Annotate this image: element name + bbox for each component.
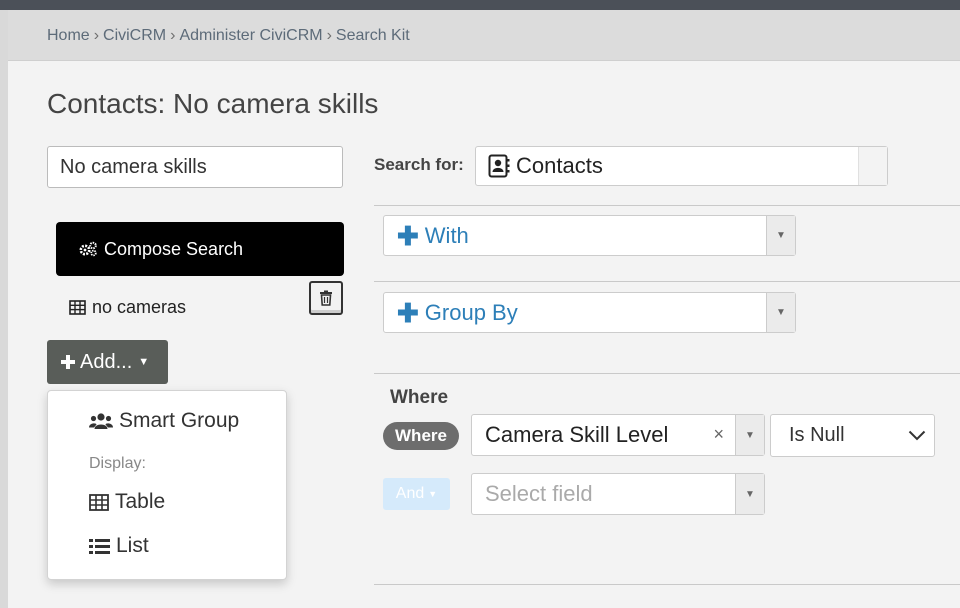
compose-search-label: Compose Search [104, 238, 244, 259]
caret-down-icon: ▼ [766, 293, 795, 332]
plus-icon: ✚ [397, 297, 419, 328]
plus-icon [61, 355, 75, 369]
breadcrumb-civicrm[interactable]: CiviCRM [103, 27, 166, 44]
menu-display-header: Display: [89, 455, 146, 472]
add-dropdown-menu: Smart Group Display: Table List [47, 390, 287, 580]
delete-display-button[interactable] [309, 281, 343, 315]
gears-icon [79, 241, 97, 257]
table-icon [69, 300, 86, 315]
caret-down-icon: ▼ [735, 474, 764, 514]
add-button[interactable]: Add... ▼ [47, 340, 168, 384]
entity-select[interactable]: Contacts [475, 146, 888, 186]
breadcrumb: Home › CiviCRM › Administer CiviCRM › Search K… [8, 10, 960, 61]
select-field-placeholder: Select field [485, 481, 593, 506]
divider [374, 584, 960, 585]
left-edge [0, 10, 8, 608]
table-icon [89, 493, 109, 511]
with-label: With [424, 222, 469, 248]
menu-item-table-label: Table [115, 490, 166, 513]
menu-item-smart-group[interactable]: Smart Group [89, 409, 239, 433]
clear-icon[interactable]: × [713, 424, 724, 445]
condition-operator-value: Is Null [789, 424, 845, 446]
select-field-select[interactable]: Select field ▼ [471, 473, 765, 515]
menu-item-list[interactable]: List [89, 534, 149, 558]
divider [374, 373, 960, 374]
caret-down-icon: ▼ [766, 216, 795, 255]
condition-operator-select[interactable]: Is Null [770, 414, 935, 457]
contact-card-icon [488, 154, 510, 178]
entity-select-value: Contacts [516, 153, 603, 178]
condition-field-value: Camera Skill Level [485, 422, 669, 447]
breadcrumb-search-kit[interactable]: Search Kit [336, 27, 410, 44]
page-title: Contacts: No camera skills [47, 88, 379, 119]
display-item-label: no cameras [92, 297, 187, 317]
group-by-label: Group By [424, 299, 518, 325]
breadcrumb-administer[interactable]: Administer CiviCRM [179, 27, 322, 44]
condition-field-select[interactable]: Camera Skill Level × ▼ [471, 414, 765, 456]
plus-icon: ✚ [397, 220, 419, 251]
compose-search-tab[interactable]: Compose Search [56, 222, 344, 276]
page: Home › CiviCRM › Administer CiviCRM › Search K… [8, 10, 960, 608]
chevron-down-icon [908, 430, 926, 441]
breadcrumb-separator: › [326, 27, 332, 44]
users-icon [89, 413, 113, 429]
add-button-label: Add... [80, 350, 133, 373]
search-name-input[interactable] [47, 146, 343, 188]
caret-down-icon: ▼ [428, 489, 438, 499]
entity-select-arrow [858, 147, 887, 185]
window-top-bar [0, 0, 960, 10]
menu-item-table[interactable]: Table [89, 490, 165, 514]
caret-down-icon: ▼ [138, 356, 150, 368]
menu-item-list-label: List [116, 534, 149, 557]
caret-down-icon: ▼ [735, 415, 764, 455]
and-label: And [395, 485, 425, 502]
search-for-label: Search for: [374, 155, 464, 174]
with-join-select[interactable]: ✚ With ▼ [383, 215, 796, 256]
list-icon [89, 538, 110, 554]
divider [374, 281, 960, 282]
group-by-select[interactable]: ✚ Group By ▼ [383, 292, 796, 333]
where-badge: Where [383, 422, 459, 450]
trash-icon [320, 290, 332, 306]
and-button[interactable]: And ▼ [383, 478, 450, 510]
menu-item-smart-group-label: Smart Group [119, 409, 240, 432]
breadcrumb-separator: › [93, 27, 100, 44]
divider [374, 205, 960, 206]
breadcrumb-home[interactable]: Home [47, 27, 90, 44]
where-heading: Where [390, 387, 449, 408]
breadcrumb-separator: › [170, 27, 176, 44]
display-item-no-cameras[interactable]: no cameras [69, 297, 186, 318]
